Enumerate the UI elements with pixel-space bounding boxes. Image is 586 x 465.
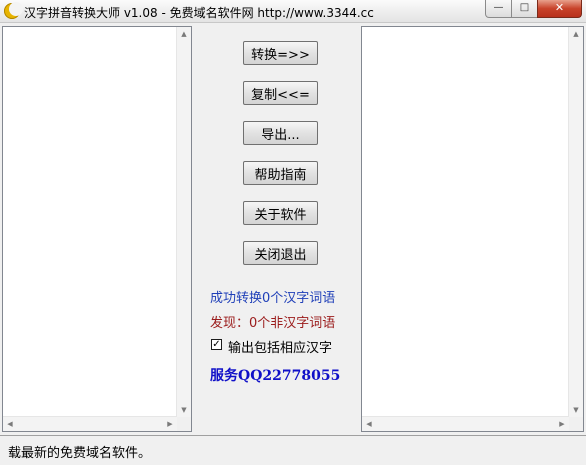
include-chinese-label[interactable]: 输出包括相应汉字 (228, 337, 332, 356)
minimize-button[interactable]: — (485, 0, 512, 18)
scroll-right-icon[interactable]: ▶ (163, 417, 177, 431)
window-title: 汉字拼音转换大师 v1.08 - 免费域名软件网 http://www.3344… (24, 6, 374, 20)
input-vertical-scrollbar[interactable]: ▲ ▼ (176, 27, 191, 417)
scroll-corner (569, 417, 583, 431)
include-chinese-checkbox[interactable]: ✓ (211, 339, 222, 350)
input-horizontal-scrollbar[interactable]: ◀ ▶ (3, 416, 177, 431)
status-bar: 载最新的免费域名软件。 (0, 435, 586, 465)
about-button[interactable]: 关于软件 (243, 201, 318, 225)
output-vertical-scrollbar[interactable]: ▲ ▼ (568, 27, 583, 417)
success-count-text: 成功转换0个汉字词语 (210, 291, 336, 306)
scroll-left-icon[interactable]: ◀ (362, 417, 376, 431)
input-textarea[interactable]: ▲ ▼ ◀ ▶ (2, 26, 192, 432)
convert-button[interactable]: 转换=>> (243, 41, 318, 65)
scroll-down-icon[interactable]: ▼ (569, 403, 583, 417)
exit-button[interactable]: 关闭退出 (243, 241, 318, 265)
output-textarea[interactable]: ▲ ▼ ◀ ▶ (361, 26, 584, 432)
service-qq-text: 服务QQ22778055 (210, 368, 341, 384)
scroll-up-icon[interactable]: ▲ (177, 27, 191, 41)
maximize-button[interactable]: □ (511, 0, 538, 18)
export-button[interactable]: 导出... (243, 121, 318, 145)
output-horizontal-scrollbar[interactable]: ◀ ▶ (362, 416, 569, 431)
scroll-up-icon[interactable]: ▲ (569, 27, 583, 41)
status-bar-text: 载最新的免费域名软件。 (8, 446, 152, 461)
crescent-moon-icon (4, 2, 23, 19)
scroll-corner (177, 417, 191, 431)
scroll-right-icon[interactable]: ▶ (555, 417, 569, 431)
scroll-down-icon[interactable]: ▼ (177, 403, 191, 417)
scroll-left-icon[interactable]: ◀ (3, 417, 17, 431)
non-chinese-count-text: 发现：0个非汉字词语 (210, 316, 336, 331)
help-button[interactable]: 帮助指南 (243, 161, 318, 185)
close-button[interactable]: ✕ (537, 0, 582, 18)
title-bar: 汉字拼音转换大师 v1.08 - 免费域名软件网 http://www.3344… (0, 0, 586, 23)
copy-button[interactable]: 复制<<= (243, 81, 318, 105)
